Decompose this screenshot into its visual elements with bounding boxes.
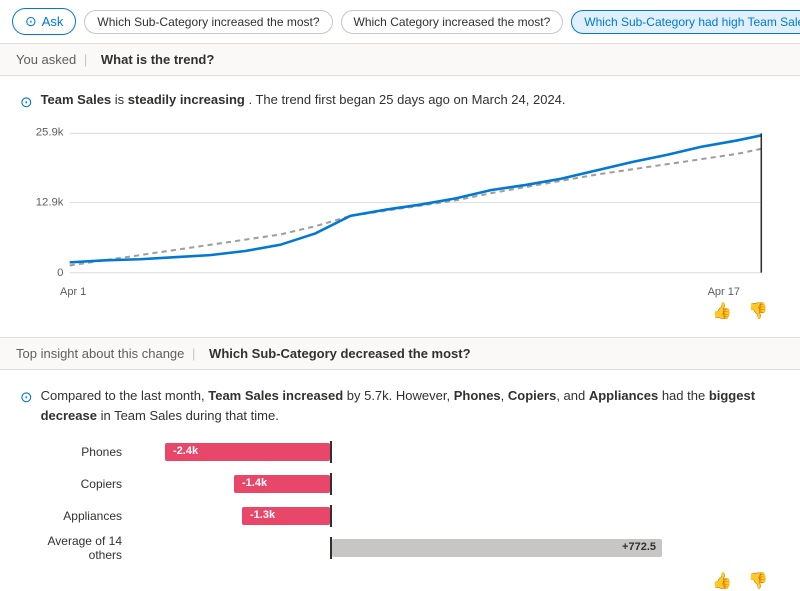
- bar-fill-phones: -2.4k: [165, 443, 330, 461]
- trend-is: is: [115, 92, 128, 107]
- bar-pivot: [330, 441, 332, 463]
- chip-sub-cat-increase[interactable]: Which Sub-Category increased the most?: [84, 10, 332, 34]
- bar-row-appliances: Appliances -1.3k: [30, 503, 780, 529]
- insight-text-content: Compared to the last month, Team Sales i…: [41, 386, 780, 425]
- insight-block: ⊙ Compared to the last month, Team Sales…: [0, 370, 800, 591]
- trend-metric: Team Sales: [41, 92, 112, 107]
- main-content: You asked | What is the trend? ⊙ Team Sa…: [0, 44, 800, 591]
- question-label: You asked: [16, 52, 76, 67]
- insight-description: ⊙ Compared to the last month, Team Sales…: [20, 386, 780, 425]
- trend-header: ⊙ Team Sales is steadily increasing . Th…: [20, 92, 780, 111]
- trend-extra: The trend first began 25 days ago on Mar…: [255, 92, 565, 107]
- svg-text:12.9k: 12.9k: [36, 197, 64, 209]
- bar-container-appliances: -1.3k: [130, 505, 780, 527]
- bar-pivot-appliances: [330, 505, 332, 527]
- bar-value-appliances: -1.3k: [250, 509, 275, 521]
- bar-value-phones: -2.4k: [173, 445, 198, 457]
- bar-label-average: Average of 14 others: [30, 534, 130, 562]
- bar-container-copiers: -1.4k: [130, 473, 780, 495]
- ask-button[interactable]: ⊙ Ask: [12, 8, 76, 35]
- thumbs-down-button-2[interactable]: 👎: [744, 569, 772, 591]
- bar-fill-copiers: -1.4k: [234, 475, 330, 493]
- bar-label-phones: Phones: [30, 445, 130, 459]
- trend-description: Team Sales is steadily increasing . The …: [41, 92, 566, 107]
- svg-text:0: 0: [57, 267, 63, 279]
- x-label-start: Apr 1: [60, 286, 86, 298]
- insight-bar: Top insight about this change | Which Su…: [0, 337, 800, 370]
- x-label-end: Apr 17: [708, 286, 740, 298]
- insight-target-icon: ⊙: [20, 387, 33, 425]
- bar-row-phones: Phones -2.4k: [30, 439, 780, 465]
- chip-sub-cat-high-team[interactable]: Which Sub-Category had high Team Sales?: [571, 10, 800, 34]
- trend-svg: 25.9k 12.9k 0: [20, 123, 780, 283]
- bar-fill-average: +772.5: [332, 539, 662, 557]
- feedback-row-2: 👍 👎: [20, 567, 780, 591]
- ask-label: Ask: [42, 14, 64, 29]
- thumbs-up-button-2[interactable]: 👍: [708, 569, 736, 591]
- svg-text:25.9k: 25.9k: [36, 126, 64, 138]
- bar-label-appliances: Appliances: [30, 509, 130, 523]
- top-bar: ⊙ Ask Which Sub-Category increased the m…: [0, 0, 800, 44]
- bar-row-copiers: Copiers -1.4k: [30, 471, 780, 497]
- bar-chart: Phones -2.4k Copiers -1.: [20, 439, 780, 561]
- bar-value-copiers: -1.4k: [242, 477, 267, 489]
- bar-pivot-copiers: [330, 473, 332, 495]
- chart-x-labels: Apr 1 Apr 17: [20, 286, 780, 298]
- insight-question: Which Sub-Category decreased the most?: [209, 346, 471, 361]
- insight-label: Top insight about this change: [16, 346, 184, 361]
- thumbs-down-button-1[interactable]: 👎: [744, 299, 772, 323]
- answer-block: ⊙ Team Sales is steadily increasing . Th…: [0, 76, 800, 337]
- bar-container-phones: -2.4k: [130, 441, 780, 463]
- ask-icon: ⊙: [25, 13, 37, 30]
- chip-cat-increase[interactable]: Which Category increased the most?: [341, 10, 564, 34]
- trend-status: steadily increasing: [128, 92, 245, 107]
- question-bar: You asked | What is the trend?: [0, 44, 800, 76]
- bar-fill-appliances: -1.3k: [242, 507, 330, 525]
- target-icon: ⊙: [20, 93, 33, 111]
- question-text: What is the trend?: [101, 52, 214, 67]
- main-container: ⊙ Ask Which Sub-Category increased the m…: [0, 0, 800, 591]
- trend-chart: 25.9k 12.9k 0 Apr 1 Apr 17: [20, 123, 780, 293]
- thumbs-up-button-1[interactable]: 👍: [708, 299, 736, 323]
- bar-value-average: +772.5: [622, 541, 656, 553]
- bar-container-average: +772.5: [130, 537, 780, 559]
- bar-label-copiers: Copiers: [30, 477, 130, 491]
- feedback-row-1: 👍 👎: [20, 297, 780, 325]
- bar-row-average: Average of 14 others +772.5: [30, 535, 780, 561]
